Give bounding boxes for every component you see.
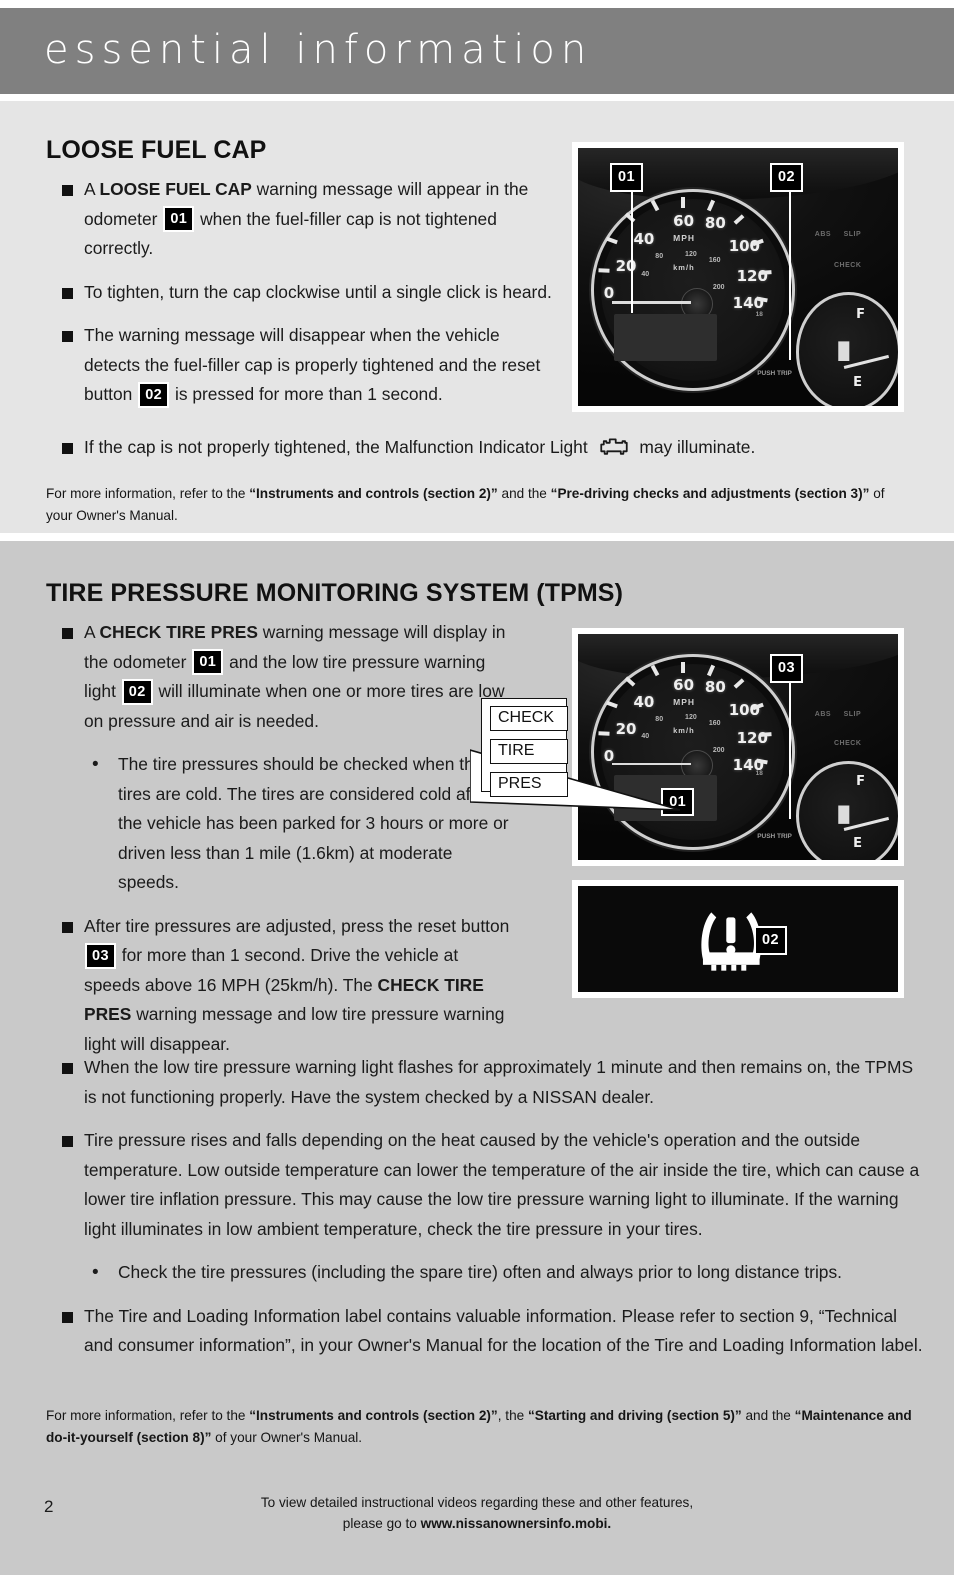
bullet-item: When the low tire pressure warning light… [46, 1053, 926, 1112]
photo-badge-02: 02 [770, 163, 803, 192]
bullet-item: The warning message will disappear when … [46, 321, 558, 410]
speedometer-needle [611, 301, 691, 304]
leader-line-01 [630, 184, 633, 314]
bullet-square-icon [62, 628, 73, 639]
page-title: essential information [44, 27, 593, 74]
bullet-square-icon [62, 921, 73, 933]
sub-bullet-item: • The tire pressures should be checked wh… [46, 750, 516, 898]
malfunction-indicator-light-icon [599, 438, 628, 455]
tpms-lamp-image: 02 [578, 886, 898, 992]
bullet-square-icon [62, 1136, 73, 1147]
leader-line-03 [789, 672, 792, 820]
footer-line-1: To view detailed instructional videos re… [260, 1495, 694, 1510]
speedometer-dial: 60 80 40 100 20 120 0 140 MPH 80 120 160… [590, 189, 796, 392]
emphasis-text: “Instruments and controls (section 2)” [249, 486, 498, 501]
loose-fuel-cap-mil-bullet: If the cap is not properly tightened, th… [46, 433, 926, 463]
fuel-gauge-needle [843, 816, 889, 831]
instrument-cluster-photo: 60 80 40 100 20 120 0 140 MPH 80 120 160… [572, 142, 904, 412]
callout-badge-01: 01 [165, 208, 193, 230]
bullet-text: The warning message will disappear when … [84, 325, 541, 406]
callout-items: CHECK TIRE PRES [482, 699, 568, 806]
callout-badge-02: 02 [140, 383, 168, 406]
fuel-pump-icon [838, 805, 850, 824]
footer-line-2-prefix: please go to [342, 1516, 421, 1531]
bullet-text: The Tire and Loading Information label c… [84, 1305, 923, 1356]
bullet-square-icon [62, 287, 73, 299]
callout-badge-02: 02 [123, 680, 151, 703]
tpms-bullet-list-narrow: A CHECK TIRE PRES warning message will d… [46, 618, 516, 1059]
callout-badge-01: 01 [194, 651, 222, 673]
bullet-item: A CHECK TIRE PRES warning message will d… [46, 618, 516, 736]
footer-url[interactable]: www.nissanownersinfo.mobi. [421, 1516, 612, 1531]
bullet-item: If the cap is not properly tightened, th… [46, 433, 926, 463]
emphasis-text: LOOSE FUEL CAP [99, 179, 252, 199]
bullet-text: A LOOSE FUEL CAP warning message will ap… [84, 179, 529, 258]
callout-item-check: CHECK [490, 706, 568, 731]
instrument-cluster-image-tpms: 60 80 40 100 20 120 0 140 MPH 80 120 160… [578, 634, 898, 860]
speedometer-dial: 60 80 40 100 20 120 0 140 MPH 80 120 160… [590, 654, 796, 851]
sub-bullet-text: The tire pressures should be checked whe… [118, 754, 509, 892]
bullet-item: To tighten, turn the cap clockwise until… [46, 278, 558, 308]
callout-item-tire: TIRE [490, 739, 568, 764]
photo-badge-03: 03 [770, 654, 803, 683]
page-header: essential information [0, 8, 954, 94]
photo-badge-01-tpms: 01 [661, 787, 695, 817]
bullet-square-icon [62, 185, 73, 196]
bullet-text: When the low tire pressure warning light… [84, 1057, 914, 1107]
bullet-text: After tire pressures are adjusted, press… [84, 915, 510, 1054]
odometer-display [613, 313, 717, 361]
sub-bullet-text: Check the tire pressures (including the … [118, 1262, 843, 1282]
bullet-item: A LOOSE FUEL CAP warning message will ap… [46, 175, 558, 264]
bullet-item: After tire pressures are adjusted, press… [46, 912, 516, 1060]
sub-bullet-item: • Check the tire pressures (including the… [46, 1258, 926, 1288]
bullet-square-icon [62, 331, 73, 342]
emphasis-text: CHECK TIRE PRES [84, 974, 484, 1025]
photo-badge-02-tpms: 02 [754, 926, 787, 955]
instrument-cluster-photo-tpms: 60 80 40 100 20 120 0 140 MPH 80 120 160… [572, 628, 904, 866]
speedometer-needle [611, 762, 691, 766]
bullet-item: The Tire and Loading Information label c… [46, 1302, 926, 1361]
fuel-gauge-needle [843, 354, 889, 369]
emphasis-text: CHECK TIRE PRES [99, 622, 258, 642]
section-heading-loose-fuel-cap: LOOSE FUEL CAP [46, 136, 267, 164]
callout-badge-03: 03 [87, 944, 114, 967]
tpms-footnote: For more information, refer to the “Inst… [46, 1408, 912, 1445]
bullet-item: Tire pressure rises and falls depending … [46, 1126, 926, 1244]
photo-badge-01: 01 [610, 163, 643, 192]
instrument-cluster-image: 60 80 40 100 20 120 0 140 MPH 80 120 160… [578, 148, 898, 406]
fuel-pump-icon [838, 341, 850, 362]
loose-fuel-cap-bullet-list: A LOOSE FUEL CAP warning message will ap… [46, 175, 558, 410]
footer-note: To view detailed instructional videos re… [0, 1492, 954, 1534]
callout-item-pres: PRES [490, 772, 568, 797]
loose-fuel-cap-footnote: For more information, refer to the “Inst… [46, 486, 885, 523]
bullet-text: To tighten, turn the cap clockwise until… [84, 281, 552, 302]
leader-line-02 [789, 184, 792, 360]
bullet-square-icon [62, 443, 73, 454]
bullet-square-icon [62, 1311, 73, 1323]
bullet-dot-icon: • [92, 754, 99, 775]
low-tire-pressure-warning-light-photo: 02 [572, 880, 904, 998]
bullet-text: A CHECK TIRE PRES warning message will d… [84, 622, 506, 731]
fuel-gauge-dial: F E [795, 292, 898, 406]
emphasis-text: “Starting and driving (section 5)” [527, 1408, 742, 1423]
check-tire-pres-callout: CHECK TIRE PRES [481, 698, 568, 797]
malfunction-indicator-light-icon [597, 436, 631, 457]
section-heading-tpms: TIRE PRESSURE MONITORING SYSTEM (TPMS) [46, 579, 623, 607]
bullet-text: Tire pressure rises and falls depending … [84, 1130, 920, 1239]
emphasis-text: “Instruments and controls (section 2)” [249, 1408, 498, 1423]
bullet-square-icon [62, 1063, 73, 1074]
tpms-bullet-list-wide: When the low tire pressure warning light… [46, 1053, 926, 1361]
bullet-text: If the cap is not properly tightened, th… [84, 436, 756, 457]
bullet-dot-icon: • [92, 1262, 99, 1283]
emphasis-text: “Pre-driving checks and adjustments (sec… [550, 486, 870, 501]
